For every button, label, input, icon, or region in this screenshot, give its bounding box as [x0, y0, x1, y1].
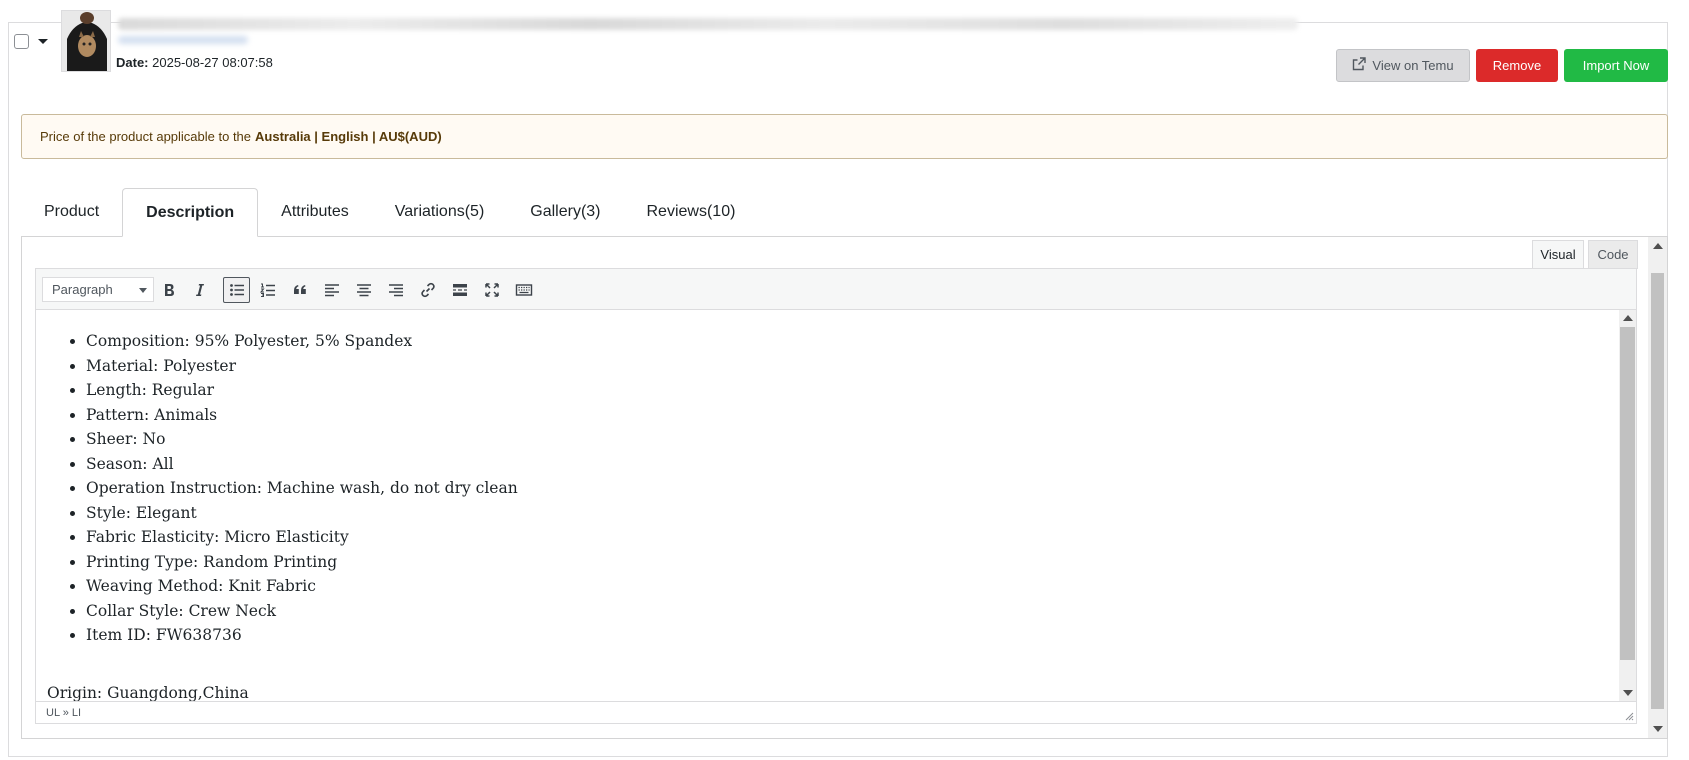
- remove-button[interactable]: Remove: [1476, 49, 1558, 82]
- bold-button[interactable]: [155, 277, 182, 303]
- toolbar-toggle-icon: [515, 284, 532, 296]
- tab-product[interactable]: Product: [21, 188, 122, 236]
- list-item: Style: Elegant: [86, 501, 518, 526]
- product-date: Date: 2025-08-27 08:07:58: [116, 55, 273, 70]
- tab-reviews[interactable]: Reviews(10): [624, 188, 759, 236]
- attribute-list: Composition: 95% Polyester, 5% Spandex M…: [36, 329, 518, 648]
- blockquote-button[interactable]: [286, 277, 313, 303]
- read-more-button[interactable]: [446, 277, 473, 303]
- view-on-temu-button[interactable]: View on Temu: [1336, 49, 1470, 82]
- blurred-product-title-line2: [118, 36, 248, 44]
- select-product-checkbox[interactable]: [14, 34, 29, 49]
- editor-content[interactable]: Composition: 95% Polyester, 5% Spandex M…: [36, 310, 1619, 701]
- product-tabs: Product Description Attributes Variation…: [21, 188, 759, 237]
- code-mode-tab[interactable]: Code: [1588, 240, 1638, 269]
- date-value: 2025-08-27 08:07:58: [152, 55, 273, 70]
- list-item: Sheer: No: [86, 427, 518, 452]
- toolbar-toggle-button[interactable]: [510, 277, 537, 303]
- tab-description[interactable]: Description: [122, 188, 259, 237]
- italic-button[interactable]: [186, 277, 213, 303]
- list-item: Material: Polyester: [86, 354, 518, 379]
- view-on-temu-label: View on Temu: [1372, 58, 1454, 73]
- element-path: UL » LI: [46, 706, 82, 719]
- notice-text: Price of the product applicable to the: [40, 129, 252, 144]
- tab-variations[interactable]: Variations(5): [372, 188, 508, 236]
- align-right-button[interactable]: [382, 277, 409, 303]
- italic-icon: [195, 284, 204, 296]
- list-item: Printing Type: Random Printing: [86, 550, 518, 575]
- link-icon: [420, 282, 435, 298]
- list-item: Item ID: FW638736: [86, 623, 518, 648]
- scroll-up-arrow-icon[interactable]: [1653, 243, 1663, 249]
- external-link-icon: [1352, 57, 1367, 74]
- visual-mode-tab[interactable]: Visual: [1532, 240, 1584, 269]
- fullscreen-button[interactable]: [478, 277, 505, 303]
- origin-text: Origin: Guangdong,China: [47, 684, 249, 701]
- description-editor: Paragraph • Composition: 95% Polyester, …: [35, 268, 1637, 724]
- format-select[interactable]: Paragraph: [42, 277, 154, 302]
- list-item: Weaving Method: Knit Fabric: [86, 574, 518, 599]
- list-item: Operation Instruction: Machine wash, do …: [86, 476, 518, 501]
- editor-scrollbar[interactable]: [1619, 310, 1636, 701]
- panel-scrollbar[interactable]: [1648, 237, 1667, 738]
- list-item: Fabric Elasticity: Micro Elasticity: [86, 525, 518, 550]
- format-select-value: Paragraph: [52, 282, 113, 297]
- list-item: Pattern: Animals: [86, 403, 518, 428]
- bullet-list-button[interactable]: [223, 277, 250, 303]
- chevron-down-icon: [139, 288, 147, 293]
- editor-scroll-down-icon[interactable]: [1623, 690, 1633, 696]
- date-label: Date:: [116, 55, 149, 70]
- editor-scroll-up-icon[interactable]: [1623, 315, 1633, 321]
- align-left-icon: [324, 284, 339, 297]
- read-more-icon: [452, 284, 467, 296]
- panel-scroll-thumb[interactable]: [1651, 273, 1664, 709]
- link-button[interactable]: [414, 277, 441, 303]
- tab-attributes[interactable]: Attributes: [258, 188, 372, 236]
- align-left-button[interactable]: [318, 277, 345, 303]
- align-right-icon: [388, 284, 403, 297]
- bold-icon: [164, 284, 174, 296]
- product-thumbnail: [61, 10, 111, 72]
- blockquote-icon: [293, 285, 306, 294]
- list-item: Collar Style: Crew Neck: [86, 599, 518, 624]
- scroll-down-arrow-icon[interactable]: [1653, 726, 1663, 732]
- align-center-icon: [356, 284, 371, 297]
- blurred-product-title: [118, 18, 1298, 30]
- import-now-button[interactable]: Import Now: [1564, 49, 1668, 82]
- bullet-list-icon: [229, 284, 244, 296]
- editor-toolbar: Paragraph: [36, 269, 1636, 310]
- list-item: Composition: 95% Polyester, 5% Spandex: [86, 329, 518, 354]
- align-center-button[interactable]: [350, 277, 377, 303]
- list-item: Season: All: [86, 452, 518, 477]
- numbered-list-icon: [259, 283, 275, 297]
- list-item: Length: Regular: [86, 378, 518, 403]
- editor-scroll-thumb[interactable]: [1620, 327, 1635, 660]
- resize-handle-icon[interactable]: [1624, 711, 1634, 721]
- numbered-list-button[interactable]: [254, 277, 281, 303]
- fullscreen-icon: [484, 283, 499, 297]
- expand-caret-icon[interactable]: [38, 39, 48, 44]
- editor-statusbar: UL » LI: [36, 701, 1636, 723]
- notice-region: Australia | English | AU$(AUD): [255, 129, 442, 144]
- tab-gallery[interactable]: Gallery(3): [507, 188, 623, 236]
- price-region-notice: Price of the product applicable to the A…: [21, 114, 1668, 159]
